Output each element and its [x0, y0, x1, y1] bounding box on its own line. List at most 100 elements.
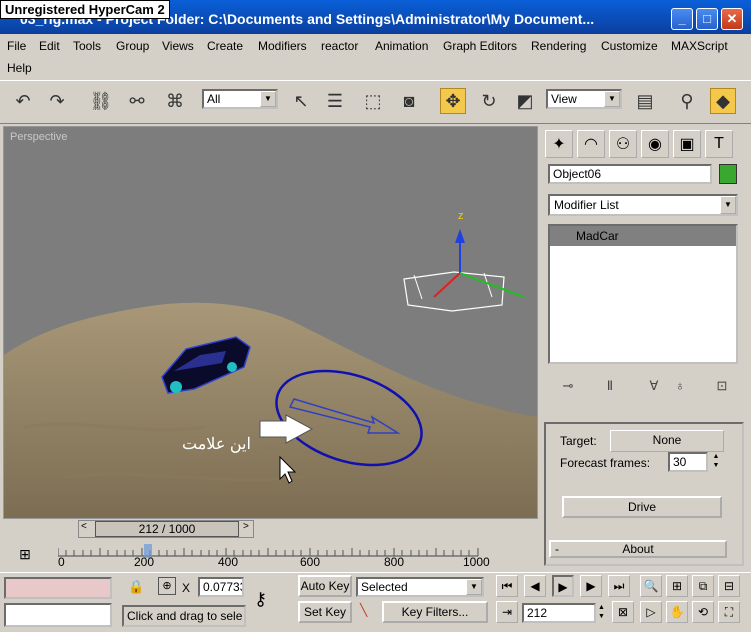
reference-coord-dropdown[interactable]: View ▼	[546, 89, 622, 109]
display-tab-icon[interactable]: ▣	[673, 130, 701, 158]
modify-tab-icon[interactable]: ◠	[577, 130, 605, 158]
menu-animation[interactable]: Animation	[375, 39, 428, 53]
zoom-all-icon[interactable]: ⊞	[666, 575, 688, 597]
selection-filter-dropdown[interactable]: All ▼	[202, 89, 278, 109]
maximize-button[interactable]: □	[696, 8, 718, 30]
tick-label: 0	[58, 555, 65, 569]
go-to-start-icon[interactable]: ⏮	[496, 575, 518, 597]
modifier-list-dropdown[interactable]: Modifier List ▼	[548, 194, 738, 216]
utilities-tab-icon[interactable]: T	[705, 130, 733, 158]
menu-graph-editors[interactable]: Graph Editors	[443, 39, 517, 53]
time-slider-thumb[interactable]: 212 / 1000	[95, 521, 239, 537]
remove-modifier-icon[interactable]: ♁	[670, 378, 690, 398]
close-button[interactable]: ✕	[721, 8, 743, 30]
play-icon[interactable]: ▶	[552, 575, 574, 597]
menu-tools[interactable]: Tools	[73, 39, 101, 53]
current-frame-field[interactable]: 212	[522, 603, 596, 623]
chevron-down-icon: ▼	[604, 91, 620, 107]
menu-help[interactable]: Help	[7, 61, 32, 75]
select-object-icon[interactable]: ↖	[288, 88, 314, 114]
pan-icon[interactable]: ✋	[666, 601, 688, 623]
menu-views[interactable]: Views	[162, 39, 194, 53]
pin-stack-icon[interactable]: ⊸	[558, 378, 578, 398]
minimize-button[interactable]: _	[671, 8, 693, 30]
set-key-button[interactable]: Set Key	[298, 601, 352, 623]
stack-item-madcar[interactable]: MadCar	[550, 226, 736, 246]
zoom-icon[interactable]: 🔍	[640, 575, 662, 597]
modifier-list-label: Modifier List	[554, 198, 619, 212]
menu-modifiers[interactable]: Modifiers	[258, 39, 307, 53]
pivot-center-icon[interactable]: ▤	[632, 88, 658, 114]
x-coordinate-field[interactable]: 0.07733	[198, 577, 244, 597]
bind-spacewarp-icon[interactable]: ⌘	[162, 88, 188, 114]
reference-coord-value: View	[551, 92, 577, 106]
zoom-extents-icon[interactable]: ⧉	[692, 575, 714, 597]
track-bar[interactable]: ⊞	[0, 540, 541, 572]
forecast-label: Forecast frames:	[560, 456, 651, 470]
object-name-field[interactable]: Object06	[548, 164, 712, 184]
go-to-end-icon[interactable]: ⏭	[608, 575, 630, 597]
move-icon[interactable]: ✥	[440, 88, 466, 114]
auto-key-button[interactable]: Auto Key	[298, 575, 352, 597]
arc-rotate-icon[interactable]: ⟲	[692, 601, 714, 623]
unlink-icon[interactable]: ⚯	[124, 88, 150, 114]
viewport-label[interactable]: Perspective	[10, 131, 67, 143]
menu-customize[interactable]: Customize	[601, 39, 658, 53]
select-by-name-icon[interactable]: ☰	[322, 88, 348, 114]
menu-create[interactable]: Create	[207, 39, 243, 53]
key-mode-dropdown[interactable]: Selected ▼	[356, 577, 484, 597]
menu-rendering[interactable]: Rendering	[531, 39, 586, 53]
maxscript-listener-white[interactable]	[4, 603, 112, 627]
snap-toggle-icon[interactable]: ◆	[710, 88, 736, 114]
configure-sets-icon[interactable]: ⊡	[712, 378, 732, 398]
key-filter-brush-icon[interactable]: ╲	[360, 603, 367, 617]
forecast-frames-input[interactable]: 30	[668, 452, 708, 472]
link-icon[interactable]: ⛓	[88, 88, 114, 114]
previous-frame-icon[interactable]: ◀	[524, 575, 546, 597]
object-color-swatch[interactable]	[719, 164, 737, 184]
target-pick-button[interactable]: None	[610, 430, 724, 452]
key-mode-value: Selected	[361, 580, 408, 594]
chevron-left-icon[interactable]: <	[81, 521, 87, 532]
rotate-icon[interactable]: ↻	[476, 88, 502, 114]
motion-tab-icon[interactable]: ◉	[641, 130, 669, 158]
rectangular-selection-icon[interactable]: ⬚	[360, 88, 386, 114]
key-icon[interactable]: ⚷	[254, 589, 267, 610]
window-crossing-icon[interactable]: ◙	[396, 88, 422, 114]
about-rollout-header[interactable]: - About	[549, 540, 727, 558]
key-filters-button[interactable]: Key Filters...	[382, 601, 488, 623]
drive-button[interactable]: Drive	[562, 496, 722, 518]
select-manipulate-icon[interactable]: ⚲	[674, 88, 700, 114]
menu-bar: File Edit Tools Group Views Create Modif…	[0, 35, 751, 79]
undo-icon[interactable]: ↶	[10, 88, 36, 114]
time-slider[interactable]: < 212 / 1000 >	[78, 520, 254, 538]
menu-edit[interactable]: Edit	[39, 39, 60, 53]
perspective-viewport[interactable]: z Perspective این علامت	[3, 126, 538, 519]
create-tab-icon[interactable]: ✦	[545, 130, 573, 158]
menu-maxscript[interactable]: MAXScript	[671, 39, 728, 53]
next-frame-icon[interactable]: ▶	[580, 575, 602, 597]
make-unique-icon[interactable]: ∀	[644, 378, 664, 398]
menu-file[interactable]: File	[7, 39, 26, 53]
show-end-result-icon[interactable]: Ⅱ	[600, 378, 620, 398]
zoom-extents-all-icon[interactable]: ⊟	[718, 575, 740, 597]
maximize-viewport-icon[interactable]: ⛶	[718, 601, 740, 623]
hierarchy-tab-icon[interactable]: ⚇	[609, 130, 637, 158]
scale-icon[interactable]: ◩	[512, 88, 538, 114]
selection-filter-value: All	[207, 92, 221, 106]
forecast-spinner[interactable]: ▲ ▼	[710, 452, 722, 472]
key-mode-toggle-icon[interactable]: ⇥	[496, 601, 518, 623]
annotation-text: این علامت	[182, 436, 251, 453]
frame-spinner[interactable]: ▲ ▼	[598, 603, 608, 623]
absolute-mode-icon[interactable]: ⊕	[158, 577, 176, 595]
lock-icon[interactable]: 🔒	[128, 579, 144, 595]
redo-icon[interactable]: ↷	[44, 88, 70, 114]
menu-reactor[interactable]: reactor	[321, 39, 358, 53]
maxscript-listener-pink[interactable]	[4, 577, 112, 599]
field-of-view-icon[interactable]: ▷	[640, 601, 662, 623]
stack-toolbar: ⊸ Ⅱ ∀ ♁ ⊡	[548, 376, 738, 400]
menu-group[interactable]: Group	[116, 39, 149, 53]
time-configuration-icon[interactable]: ⊠	[612, 601, 634, 623]
curve-editor-icon[interactable]: ⊞	[14, 546, 36, 566]
chevron-right-icon[interactable]: >	[243, 521, 249, 532]
